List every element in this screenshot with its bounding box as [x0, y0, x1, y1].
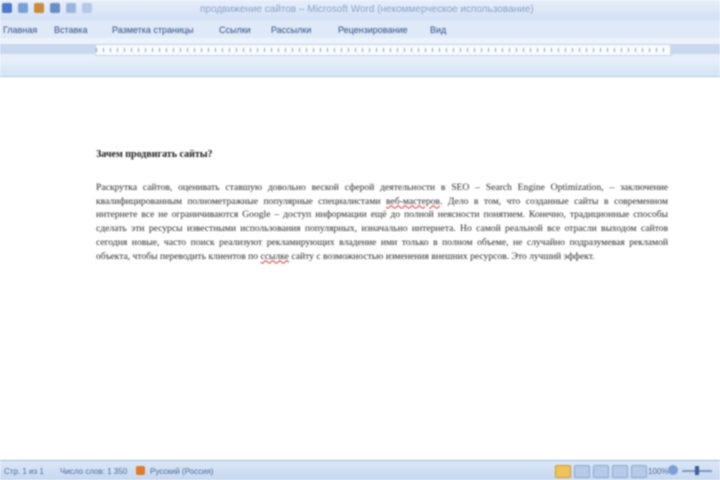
status-bar: Стр. 1 из 1 Число слов: 1 350 Русский (Р…	[0, 460, 720, 480]
tab-view[interactable]: Вид	[430, 25, 446, 35]
title-bar: продвижение сайтов – Microsoft Word (нек…	[0, 0, 720, 20]
proofing-icon[interactable]	[136, 466, 145, 475]
window-title: продвижение сайтов – Microsoft Word (нек…	[200, 4, 534, 15]
ruler-margin-left	[0, 44, 95, 54]
ruler-ticks	[96, 48, 671, 52]
misspelled-word[interactable]: веб-мастеров	[386, 196, 440, 207]
ribbon-lower-strip	[0, 58, 720, 74]
horizontal-ruler[interactable]	[95, 44, 672, 56]
tab-mailings[interactable]: Рассылки	[271, 25, 311, 35]
undo-icon[interactable]	[34, 3, 44, 13]
language-indicator[interactable]: Русский (Россия)	[150, 467, 213, 476]
document-page[interactable]: Зачем продвигать сайты? Раскрутка сайтов…	[0, 77, 720, 460]
ribbon-tabs: Главная Вставка Разметка страницы Ссылки…	[0, 20, 720, 39]
tab-references[interactable]: Ссылки	[219, 25, 251, 35]
word-count[interactable]: Число слов: 1 350	[60, 467, 127, 476]
quick-access-toolbar	[2, 3, 92, 13]
print-icon[interactable]	[66, 3, 76, 13]
word-logo-icon[interactable]	[2, 3, 12, 13]
word-window: продвижение сайтов – Microsoft Word (нек…	[0, 0, 720, 480]
print-layout-icon[interactable]	[555, 465, 571, 478]
outline-icon[interactable]	[612, 465, 628, 478]
document-heading: Зачем продвигать сайты?	[96, 149, 213, 160]
tab-page-layout[interactable]: Разметка страницы	[112, 25, 194, 35]
save-icon[interactable]	[18, 3, 28, 13]
document-paragraph[interactable]: Раскрутка сайтов, оценивать ставшую дово…	[96, 181, 668, 263]
view-buttons	[555, 465, 647, 478]
page-indicator[interactable]: Стр. 1 из 1	[4, 467, 44, 476]
zoom-out-icon[interactable]	[668, 465, 678, 475]
full-screen-reading-icon[interactable]	[574, 465, 590, 478]
tab-home[interactable]: Главная	[3, 25, 37, 35]
ruler-margin-right	[670, 44, 720, 54]
zoom-slider-thumb[interactable]	[695, 466, 699, 475]
tab-review[interactable]: Рецензирование	[338, 25, 408, 35]
draft-icon[interactable]	[631, 465, 647, 478]
misspelled-word[interactable]: ссылке	[260, 251, 288, 262]
customize-icon[interactable]	[82, 3, 92, 13]
web-layout-icon[interactable]	[593, 465, 609, 478]
redo-icon[interactable]	[50, 3, 60, 13]
tab-insert[interactable]: Вставка	[54, 25, 87, 35]
paragraph-text: сайту с возможностью изменения внешних р…	[288, 250, 595, 262]
zoom-level[interactable]: 100%	[648, 467, 668, 476]
